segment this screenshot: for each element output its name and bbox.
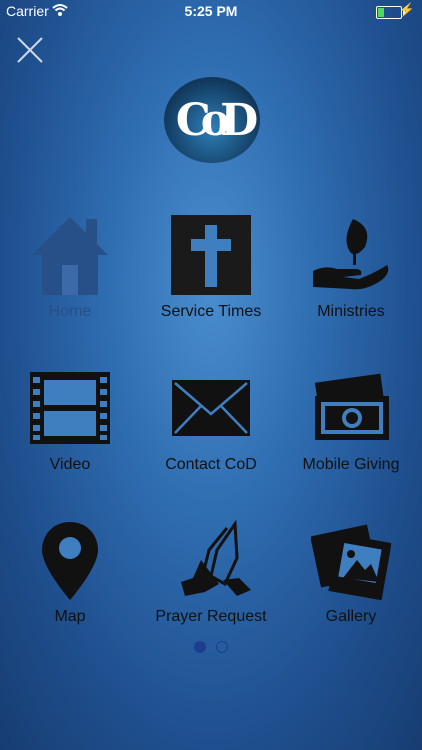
film-icon (30, 372, 110, 444)
menu-label-video: Video (49, 456, 91, 473)
menu-item-contact[interactable]: Contact CoD (141, 368, 281, 498)
menu-item-map[interactable]: Map (0, 520, 140, 650)
close-icon[interactable] (16, 36, 44, 64)
menu-label-mobile-giving: Mobile Giving (302, 456, 400, 473)
envelope-icon (172, 380, 250, 436)
photos-icon (311, 524, 391, 600)
money-icon (314, 373, 389, 440)
charging-icon: ⚡ (398, 2, 415, 17)
page-dot-active[interactable] (194, 641, 206, 653)
menu-item-video[interactable]: Video (0, 368, 140, 498)
hand-plant-icon (313, 219, 389, 290)
logo-text: CoD (175, 94, 258, 146)
menu-item-prayer-request[interactable]: Prayer Request (141, 520, 281, 650)
cod-logo: CoD (164, 77, 260, 163)
menu-label-ministries: Ministries (317, 303, 385, 320)
menu-label-home: Home (48, 303, 92, 320)
menu-label-service-times: Service Times (160, 303, 262, 320)
page-dot[interactable] (216, 641, 228, 653)
menu-item-gallery[interactable]: Gallery (281, 520, 421, 650)
menu-item-service-times[interactable]: Service Times (141, 215, 281, 345)
cross-icon (171, 215, 251, 295)
menu-item-home[interactable]: Home (0, 215, 140, 345)
page-indicator[interactable] (0, 641, 422, 655)
menu-item-ministries[interactable]: Ministries (281, 215, 421, 345)
clock: 5:25 PM (184, 3, 238, 19)
menu-item-mobile-giving[interactable]: Mobile Giving (281, 368, 421, 498)
menu-label-gallery: Gallery (325, 608, 377, 625)
menu-label-prayer-request: Prayer Request (155, 608, 267, 625)
status-bar: Carrier 5:25 PM ⚡ (0, 0, 422, 22)
map-pin-icon (42, 522, 98, 600)
menu-label-contact: Contact CoD (165, 456, 257, 473)
menu-label-map: Map (54, 608, 86, 625)
home-icon (32, 217, 108, 295)
praying-hands-icon (181, 520, 251, 596)
